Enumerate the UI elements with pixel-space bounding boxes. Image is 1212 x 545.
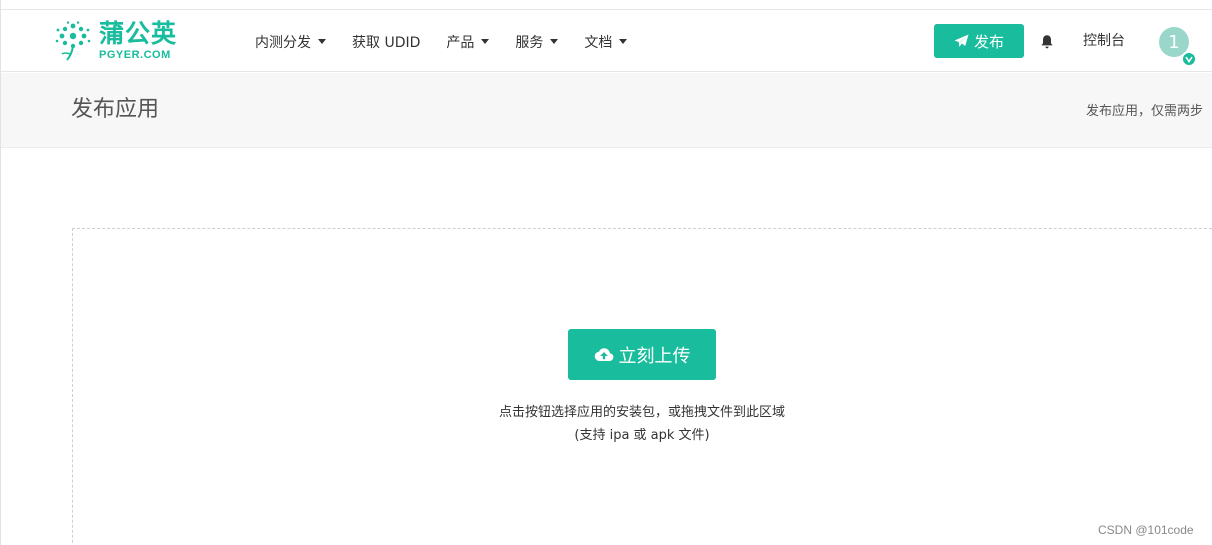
main-nav: 内测分发 获取 UDID 产品 服务 文档 bbox=[255, 11, 653, 72]
nav-item-label: 内测分发 bbox=[255, 34, 311, 51]
nav-item-get-udid[interactable]: 获取 UDID bbox=[352, 32, 420, 52]
publish-button-label: 发布 bbox=[973, 32, 1004, 51]
nav-item-label: 产品 bbox=[446, 34, 475, 51]
nav-item-products[interactable]: 产品 bbox=[446, 32, 490, 52]
title-bar: 发布应用 发布应用，仅需两步 bbox=[1, 73, 1212, 148]
logo-cn: 蒲公英 bbox=[99, 19, 178, 48]
paper-plane-icon bbox=[954, 34, 969, 47]
caret-down-icon bbox=[550, 39, 559, 44]
upload-button-label: 立刻上传 bbox=[618, 345, 691, 367]
caret-down-icon bbox=[481, 39, 490, 44]
logo-en: PGYER.COM bbox=[99, 49, 171, 61]
page-title: 发布应用 bbox=[71, 97, 160, 122]
logo[interactable]: 蒲公英 PGYER.COM bbox=[55, 18, 195, 64]
upload-hint-line2: (支持 ipa 或 apk 文件) bbox=[574, 428, 710, 443]
console-link[interactable]: 控制台 bbox=[1083, 31, 1125, 51]
cloud-upload-icon bbox=[594, 347, 613, 361]
caret-down-icon bbox=[318, 39, 326, 44]
publish-button[interactable]: 发布 bbox=[934, 24, 1024, 58]
page-hint: 发布应用，仅需两步 bbox=[1086, 104, 1204, 119]
watermark: CSDN @101code bbox=[1098, 523, 1194, 537]
top-strip bbox=[1, 0, 1212, 10]
upload-dropzone[interactable] bbox=[72, 228, 1212, 545]
nav-item-beta-distribution[interactable]: 内测分发 bbox=[255, 32, 326, 52]
dandelion-logo-icon bbox=[55, 21, 91, 61]
nav-item-docs[interactable]: 文档 bbox=[584, 32, 628, 52]
nav-item-label: 获取 UDID bbox=[352, 34, 421, 51]
logo-text: 蒲公英 PGYER.COM bbox=[99, 20, 177, 62]
nav-item-services[interactable]: 服务 bbox=[515, 32, 559, 52]
caret-down-icon bbox=[619, 39, 628, 44]
header: 蒲公英 PGYER.COM 内测分发 获取 UDID 产品 服务 文档 发布 控… bbox=[1, 11, 1212, 72]
upload-hint-line1: 点击按钮选择应用的安装包，或拖拽文件到此区域 bbox=[498, 405, 785, 420]
upload-hint: 点击按钮选择应用的安装包，或拖拽文件到此区域 (支持 ipa 或 apk 文件) bbox=[401, 401, 883, 447]
nav-item-label: 服务 bbox=[515, 34, 544, 51]
upload-button[interactable]: 立刻上传 bbox=[568, 329, 716, 380]
verified-check-icon bbox=[1181, 51, 1197, 67]
bell-icon[interactable] bbox=[1039, 34, 1055, 50]
page: 蒲公英 PGYER.COM 内测分发 获取 UDID 产品 服务 文档 发布 控… bbox=[0, 0, 1212, 545]
nav-item-label: 文档 bbox=[584, 34, 613, 51]
